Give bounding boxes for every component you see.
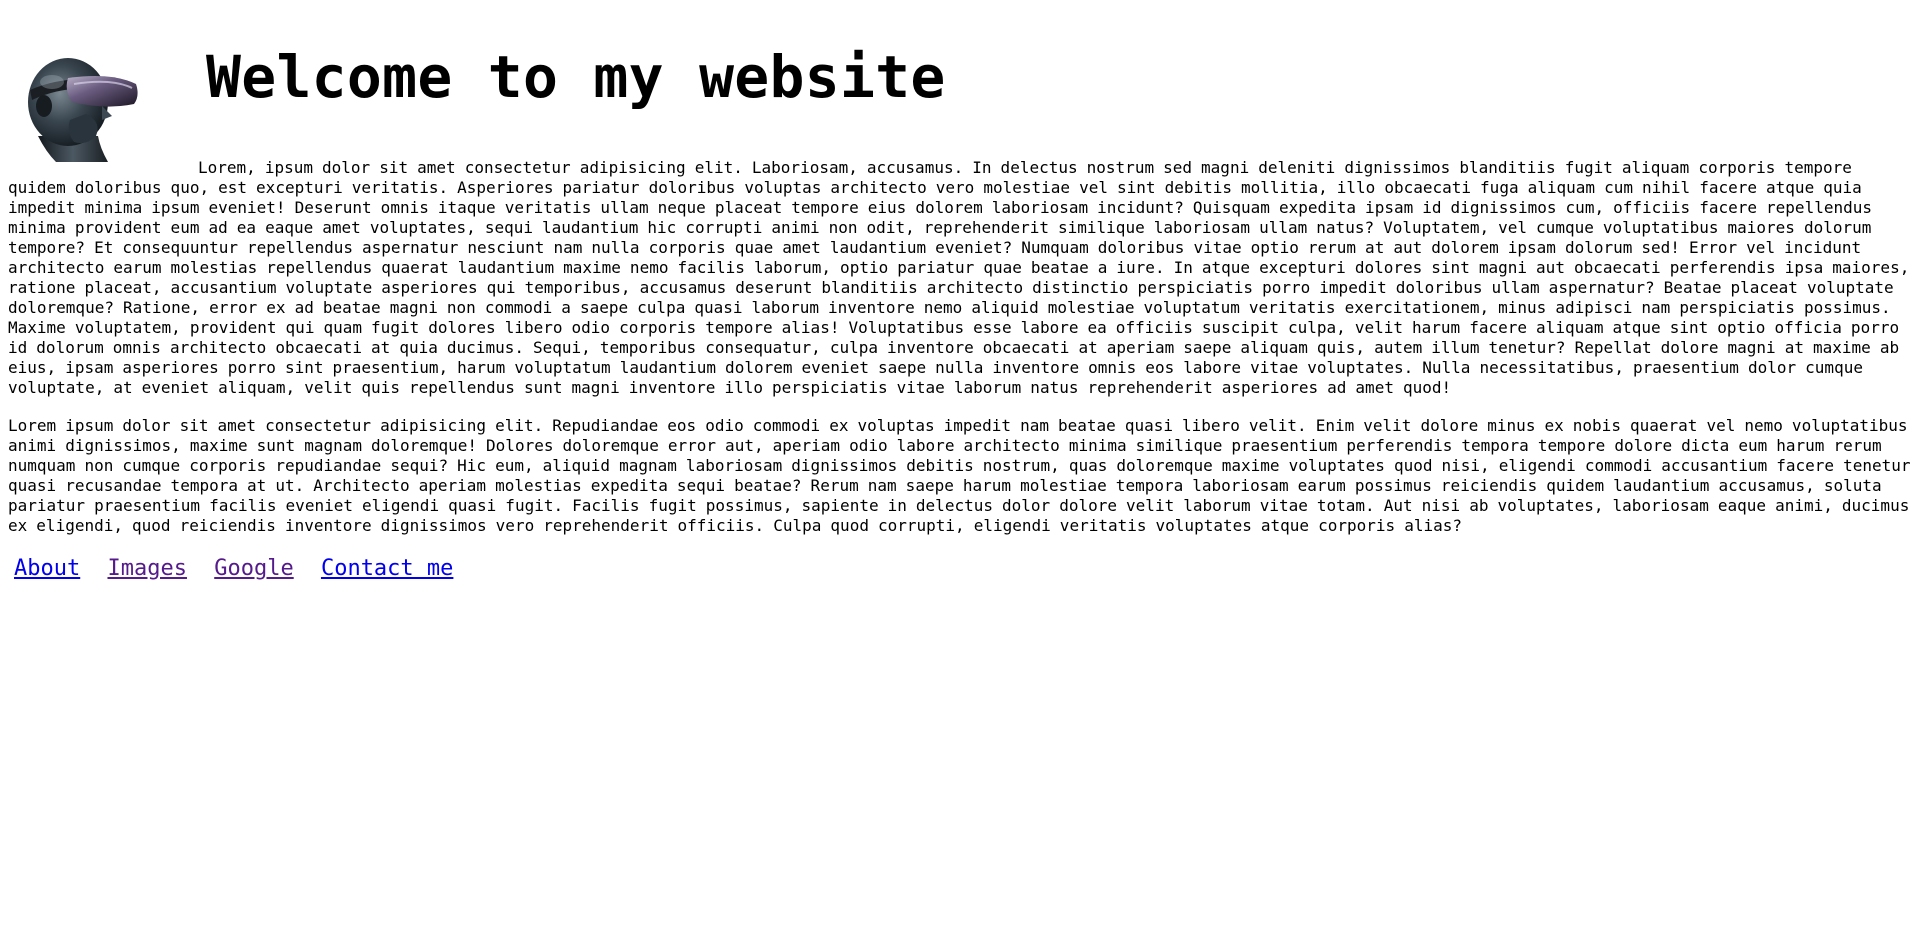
intro-paragraph: Lorem, ipsum dolor sit amet consectetur …	[8, 158, 1910, 397]
header: Welcome to my website	[8, 0, 1899, 162]
page-title: Welcome to my website	[206, 43, 946, 111]
images-link[interactable]: Images	[107, 556, 186, 581]
google-link[interactable]: Google	[214, 556, 293, 581]
footer-nav: About Images Google Contact me	[8, 554, 1899, 584]
vr-headset-bust-icon	[28, 58, 138, 162]
second-paragraph: Lorem ipsum dolor sit amet consectetur a…	[8, 416, 1911, 535]
about-link[interactable]: About	[14, 556, 80, 581]
page: Welcome to my website Lorem, ipsum dolor…	[0, 0, 1911, 584]
contact-me-link[interactable]: Contact me	[321, 556, 453, 581]
